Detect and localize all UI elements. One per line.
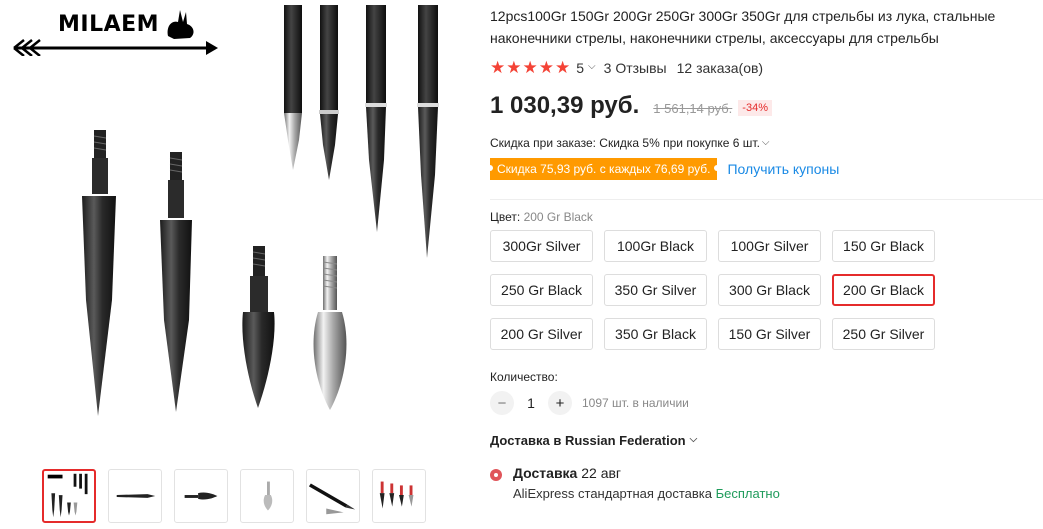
delivery-label: Доставка bbox=[513, 465, 578, 481]
color-option[interactable]: 250 Gr Silver bbox=[832, 318, 935, 350]
long-black-tip-image-2 bbox=[160, 152, 192, 412]
coupon-row: Скидка 75,93 руб. с каждых 76,69 руб. По… bbox=[486, 158, 1043, 180]
selected-color: 200 Gr Black bbox=[523, 210, 593, 224]
star-icon: ★ bbox=[506, 58, 522, 77]
delivery-method-line: AliExpress стандартная доставка Бесплатн… bbox=[513, 486, 780, 501]
color-option[interactable]: 350 Gr Black bbox=[604, 318, 707, 350]
thumbnail-strip bbox=[42, 469, 426, 523]
delivery-carrier: AliExpress стандартная доставка bbox=[513, 486, 712, 501]
quantity-input[interactable]: 1 bbox=[514, 395, 548, 411]
star-icon: ★ bbox=[490, 58, 506, 77]
main-product-image[interactable] bbox=[0, 0, 470, 460]
delivery-date: 22 авг bbox=[581, 465, 622, 481]
delivery-date-line: Доставка 22 авг bbox=[513, 465, 780, 481]
color-option[interactable]: 300Gr Silver bbox=[490, 230, 593, 262]
silver-bullet-tip-image bbox=[313, 256, 347, 410]
delivery-details: Доставка 22 авг AliExpress стандартная д… bbox=[513, 465, 780, 501]
order-discount-text: Скидка при заказе: Скидка 5% при покупке… bbox=[490, 136, 760, 150]
product-title: 12pcs100Gr 150Gr 200Gr 250Gr 300Gr 350Gr… bbox=[490, 8, 996, 46]
color-option[interactable]: 100Gr Black bbox=[604, 230, 707, 262]
color-option[interactable]: 250 Gr Black bbox=[490, 274, 593, 306]
order-discount[interactable]: Скидка при заказе: Скидка 5% при покупке… bbox=[490, 136, 1043, 150]
old-price: 1 561,14 руб. bbox=[653, 101, 733, 116]
shipping-destination[interactable]: Доставка в Russian Federation ⌵ bbox=[490, 433, 1043, 448]
get-coupons-link[interactable]: Получить купоны bbox=[727, 161, 839, 177]
color-option[interactable]: 150 Gr Black bbox=[832, 230, 935, 262]
arrow-shafts-image bbox=[284, 5, 439, 258]
current-price: 1 030,39 руб. bbox=[490, 92, 640, 119]
color-option[interactable]: 150 Gr Silver bbox=[718, 318, 821, 350]
color-option[interactable]: 300 Gr Black bbox=[718, 274, 821, 306]
delivery-price: Бесплатно bbox=[715, 486, 780, 501]
reviews-link[interactable]: 3 Отзывы bbox=[604, 60, 667, 76]
stock-count: 1097 шт. в наличии bbox=[582, 396, 689, 410]
black-bullet-tip-image bbox=[242, 246, 275, 408]
thumbnail-tips-with-scale[interactable] bbox=[372, 469, 426, 523]
product-info: 12pcs100Gr 150Gr 200Gr 250Gr 300Gr 350Gr… bbox=[486, 0, 1043, 501]
long-black-tip-image bbox=[82, 130, 116, 416]
color-option[interactable]: 200 Gr Silver bbox=[490, 318, 593, 350]
chevron-down-icon: ⌵ bbox=[761, 136, 770, 148]
coupon-badge: Скидка 75,93 руб. с каждых 76,69 руб. bbox=[486, 158, 721, 180]
orders-count: 12 заказа(ов) bbox=[676, 59, 764, 76]
price-row: 1 030,39 руб. 1 561,14 руб. -34% bbox=[490, 92, 1043, 120]
chevron-down-icon: ⌵ bbox=[689, 434, 698, 445]
rating-row: ★ ★ ★ ★ ★ 5 ⌵ 3 Отзывы 12 заказа(ов) bbox=[490, 59, 1043, 76]
color-option-selected[interactable]: 200 Gr Black bbox=[832, 274, 935, 306]
thumbnail-all-tips[interactable] bbox=[42, 469, 96, 523]
chevron-down-icon[interactable]: ⌵ bbox=[588, 61, 596, 72]
color-label: Цвет: 200 Gr Black bbox=[490, 210, 1043, 224]
color-options: 300Gr Silver 100Gr Black 100Gr Silver 15… bbox=[490, 230, 950, 350]
quantity-stepper: − 1 + 1097 шт. в наличии bbox=[490, 391, 1043, 415]
star-icon: ★ bbox=[538, 58, 554, 77]
star-icon: ★ bbox=[522, 58, 538, 77]
increase-quantity-button[interactable]: + bbox=[548, 391, 572, 415]
decrease-quantity-button[interactable]: − bbox=[490, 391, 514, 415]
quantity-label: Количество: bbox=[490, 370, 558, 384]
star-icon: ★ bbox=[555, 58, 571, 77]
thumbnail-silver-bullet-tip[interactable] bbox=[240, 469, 294, 523]
brand-logo: MILAEM bbox=[10, 6, 220, 57]
thumbnail-black-bullet-tip[interactable] bbox=[174, 469, 228, 523]
color-option[interactable]: 350 Gr Silver bbox=[604, 274, 707, 306]
thumbnail-long-black-tip[interactable] bbox=[108, 469, 162, 523]
logo-text: MILAEM bbox=[58, 12, 160, 37]
radio-selected-icon[interactable] bbox=[490, 469, 502, 481]
thumbnail-arrow-shafts[interactable] bbox=[306, 469, 360, 523]
discount-badge: -34% bbox=[738, 100, 772, 116]
delivery-option[interactable]: Доставка 22 авг AliExpress стандартная д… bbox=[490, 465, 1043, 501]
product-gallery: MILAEM bbox=[0, 0, 470, 529]
rating-stars[interactable]: ★ ★ ★ ★ ★ bbox=[490, 59, 570, 76]
shipping-destination-text: Доставка в Russian Federation bbox=[490, 433, 686, 448]
rating-value: 5 bbox=[576, 59, 585, 76]
color-option[interactable]: 100Gr Silver bbox=[718, 230, 821, 262]
divider bbox=[490, 199, 1043, 200]
color-label-text: Цвет: bbox=[490, 210, 524, 224]
